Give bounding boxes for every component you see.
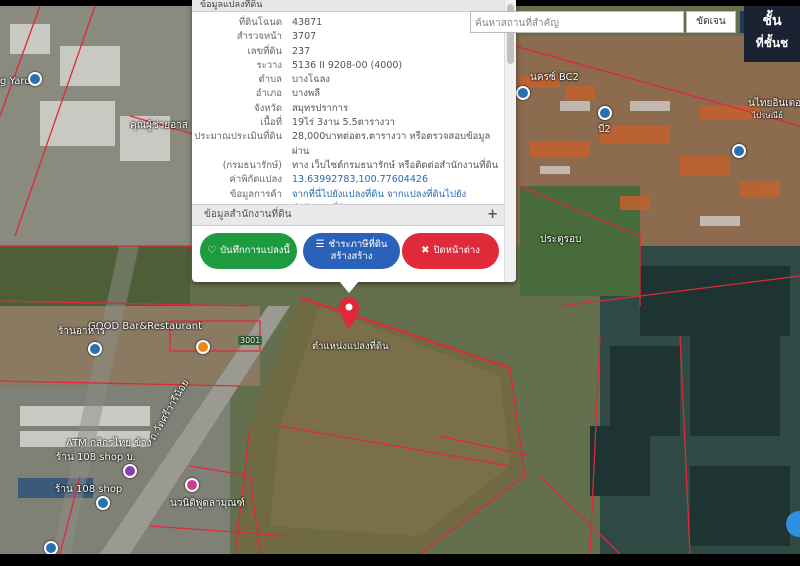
- parcel-info-key: ตำบล: [258, 74, 282, 86]
- poi-pin-icon[interactable]: [28, 72, 42, 86]
- map-label-thai-inter-sub: ไปรษณีย์: [752, 111, 783, 120]
- land-office-section[interactable]: ข้อมูลสำนักงานที่ดิน +: [192, 204, 504, 226]
- parcel-info-key: ที่ดินโฉนด: [238, 17, 282, 28]
- map-label-b2: บี2: [598, 124, 611, 135]
- parcel-info-value: บางโฉลง: [292, 74, 331, 86]
- parcel-info-value: 237: [292, 45, 311, 57]
- map-label-area-top: คุณผู้ช่วยอาส: [130, 120, 188, 131]
- parcel-info-row: ข้อมูลการค้า จากที่นี่ไปยังแปลงที่ดิน จาก…: [192, 188, 504, 202]
- parcel-info-row: จังหวัด สมุทรปราการ: [192, 102, 504, 116]
- heart-icon: ♡: [207, 245, 217, 256]
- map-label-good-bar: GOOD Bar&Restaurant: [88, 321, 203, 332]
- pay-land-tax-button[interactable]: ☰ ชำระภาษีที่ดิน สร้างสร้าง: [303, 233, 400, 269]
- expand-plus-icon[interactable]: +: [487, 205, 498, 225]
- map-label-shop108-b: ร้าน 108 shop: [55, 484, 123, 495]
- parcel-info-key: ข้อมูลการค้า: [229, 188, 282, 200]
- layer-toggle-button[interactable]: ชั้น ที่ชั้นช: [744, 6, 800, 62]
- parcel-info-row: ค่าพิกัดแปลง 13.63992783,100.77604426: [192, 173, 504, 187]
- save-parcel-label: บันทึกการแปลงนี้: [220, 245, 290, 256]
- parcel-info-key: เลขที่ดิน: [247, 45, 283, 57]
- poi-pin-icon[interactable]: [185, 478, 199, 492]
- parcel-info-row: (กรมธนารักษ์) ทาง เว็บไซต์กรมธนารักษ์ หรื…: [192, 159, 504, 173]
- popup-scrollbar[interactable]: [504, 0, 516, 282]
- map-app: g Yard คุณผู้ช่วยอาส นครซ์ BC2 บี2 นไทยอ…: [0, 0, 800, 566]
- parcel-info-row: เนื้อที่ 19ไร่ 3งาน 5.5ตารางวา: [192, 116, 504, 130]
- save-parcel-button[interactable]: ♡ บันทึกการแปลงนี้: [200, 233, 297, 269]
- map-label-route: 3001: [238, 336, 263, 345]
- pay-land-tax-label-2: สร้างสร้าง: [330, 251, 373, 262]
- parcel-info-key: ระวาง: [256, 59, 282, 71]
- parcel-info-key: เนื้อที่: [260, 117, 282, 129]
- parcel-info-popup: ข้อมูลแปลงที่ดิน ที่ดินโฉนด 43871 สำรวจหน้…: [192, 0, 516, 282]
- parcel-info-key: (กรมธนารักษ์): [222, 159, 282, 171]
- map-label-atm: ATM กสิกรไทย ข้าง: [66, 438, 152, 449]
- popup-header: ข้อมูลแปลงที่ดิน: [192, 0, 516, 12]
- parcel-info-row: เลขที่ดิน 237: [192, 45, 504, 59]
- land-office-section-label: ข้อมูลสำนักงานที่ดิน: [204, 209, 292, 220]
- poi-pin-icon[interactable]: [196, 340, 210, 354]
- parcel-info-table: ที่ดินโฉนด 43871 สำรวจหน้า 3707 เลขที่ดิน 237…: [192, 16, 504, 216]
- pay-land-tax-text: ชำระภาษีที่ดิน: [328, 239, 388, 250]
- parcel-info-value: 5136 II 9208-00 (4000): [292, 59, 403, 71]
- poi-pin-icon[interactable]: [88, 342, 102, 356]
- parcel-info-key: ค่าพิกัดแปลง: [229, 174, 283, 186]
- parcel-info-row: ตำบล บางโฉลง: [192, 73, 504, 87]
- close-window-button[interactable]: ✖ ปิดหน้าต่าง: [402, 233, 499, 269]
- poi-pin-icon[interactable]: [598, 106, 612, 120]
- map-label-pharmacy: นวนิติพูดลามุณฑ์: [170, 498, 245, 509]
- parcel-info-value: สมุทรปราการ: [292, 102, 349, 114]
- parcel-info-row: ประมาณประเมินที่ดิน 28,000บาทต่อตร.ตารางว…: [192, 130, 504, 159]
- list-icon: ☰: [315, 239, 325, 250]
- clear-button[interactable]: ขัดเจน: [686, 11, 736, 33]
- parcel-info-value: 28,000บาทต่อตร.ตารางวา หรือตรวจสอบข้อมูล…: [292, 131, 491, 157]
- close-icon: ✖: [421, 245, 430, 256]
- parcel-info-row: สำรวจหน้า 3707: [192, 30, 504, 44]
- parcel-info-value[interactable]: จากที่นี่ไปยังแปลงที่ดิน จากแปลงที่ดินไป…: [290, 188, 504, 202]
- map-label-gate: ประตูรอบ: [540, 234, 582, 245]
- layer-label-1: ชั้น: [762, 13, 782, 29]
- parcel-info-key: สำรวจหน้า: [236, 31, 282, 43]
- parcel-info-row: ที่ดินโฉนด 43871: [192, 16, 504, 30]
- parcel-info-value: บางพลี: [292, 88, 321, 100]
- parcel-info-value: 19ไร่ 3งาน 5.5ตารางวา: [292, 117, 395, 129]
- parcel-info-value[interactable]: 13.63992783,100.77604426: [290, 173, 504, 187]
- poi-pin-icon[interactable]: [516, 86, 530, 100]
- parcel-info-value: ทาง เว็บไซต์กรมธนารักษ์ หรือติดต่อสำนักง…: [292, 159, 499, 171]
- poi-pin-icon[interactable]: [44, 541, 58, 554]
- map-label-restaurant-left: ร้านอาหาร: [58, 326, 106, 337]
- poi-pin-icon[interactable]: [123, 464, 137, 478]
- parcel-info-key: ประมาณประเมินที่ดิน: [194, 131, 282, 143]
- layer-label-2: ที่ชั้นช: [755, 36, 789, 50]
- poi-pin-icon[interactable]: [96, 496, 110, 510]
- location-marker-icon[interactable]: [338, 296, 360, 330]
- parcel-info-row: อำเภอ บางพลี: [192, 87, 504, 101]
- map-label-shop108-a: ร้าน 108 shop บ.: [56, 452, 136, 463]
- popup-pointer: [339, 281, 359, 293]
- parcel-info-key: อำเภอ: [255, 88, 282, 100]
- map-label-bc2: นครซ์ BC2: [530, 72, 579, 83]
- parcel-info-key: จังหวัด: [254, 102, 282, 114]
- parcel-info-row: ระวาง 5136 II 9208-00 (4000): [192, 59, 504, 73]
- pay-land-tax-label-1: ☰ ชำระภาษีที่ดิน: [316, 239, 388, 251]
- landmark-search-input[interactable]: ค้นหาสถานที่สำคัญ: [470, 11, 684, 33]
- marker-label: ตำแหน่งแปลงที่ดิน: [312, 341, 389, 352]
- map-label-yard: g Yard: [0, 76, 31, 87]
- close-window-label: ปิดหน้าต่าง: [433, 245, 480, 256]
- poi-pin-icon[interactable]: [732, 144, 746, 158]
